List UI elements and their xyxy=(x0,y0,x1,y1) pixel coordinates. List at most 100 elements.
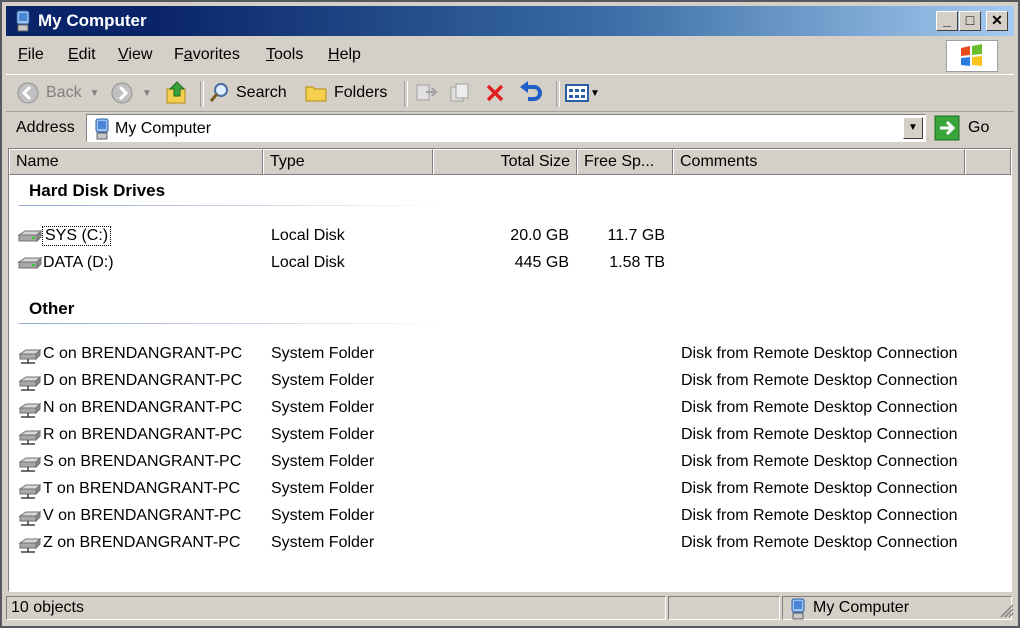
up-folder-button[interactable] xyxy=(164,81,190,105)
group-divider xyxy=(19,323,449,324)
views-button[interactable]: ▼ xyxy=(564,81,600,105)
remote-drive-row[interactable]: V on BRENDANGRANT-PC System Folder Disk fr… xyxy=(9,503,1009,529)
forward-arrow-icon xyxy=(111,82,133,104)
hard-drive-icon xyxy=(17,229,43,243)
column-header-type[interactable]: Type xyxy=(263,149,433,175)
menu-file[interactable]: File xyxy=(18,46,44,64)
remote-drive-comment: Disk from Remote Desktop Connection xyxy=(681,453,958,470)
column-header-filler xyxy=(965,149,1011,175)
network-drive-icon xyxy=(18,375,42,391)
file-list-view[interactable]: Name Type Total Size Free Sp... Comments… xyxy=(8,148,1012,592)
my-computer-icon xyxy=(791,598,805,620)
remote-drive-row[interactable]: C on BRENDANGRANT-PC System Folder Disk fr… xyxy=(9,341,1009,367)
remote-drive-row[interactable]: Z on BRENDANGRANT-PC System Folder Disk fr… xyxy=(9,530,1009,556)
move-to-icon xyxy=(416,84,438,101)
remote-drive-row[interactable]: T on BRENDANGRANT-PC System Folder Disk fr… xyxy=(9,476,1009,502)
folders-button[interactable]: Folders xyxy=(304,81,387,105)
views-icon xyxy=(565,84,589,102)
column-header-name[interactable]: Name xyxy=(9,149,263,175)
menu-edit[interactable]: Edit xyxy=(68,46,96,64)
status-object-count: 10 objects xyxy=(6,596,666,620)
views-dropdown-icon[interactable]: ▼ xyxy=(590,88,600,99)
drive-type: Local Disk xyxy=(271,227,345,244)
maximize-button[interactable]: □ xyxy=(959,11,981,31)
minimize-button[interactable]: _ xyxy=(936,11,958,31)
back-button[interactable]: Back ▼ xyxy=(16,81,99,105)
go-button[interactable]: Go xyxy=(934,114,989,142)
undo-button[interactable] xyxy=(518,81,544,105)
menu-help-label: elp xyxy=(339,46,361,63)
menu-favorites-accel: a xyxy=(183,46,193,63)
drive-type: Local Disk xyxy=(271,254,345,271)
column-header-comments[interactable]: Comments xyxy=(673,149,965,175)
chevron-down-icon: ▼ xyxy=(908,122,918,133)
copy-to-icon xyxy=(450,83,469,102)
network-drive-icon xyxy=(18,429,42,445)
status-location: My Computer xyxy=(782,596,1012,620)
address-input[interactable]: My Computer ▼ xyxy=(86,114,926,142)
remote-drive-name: N on BRENDANGRANT-PC xyxy=(43,399,243,416)
column-header-total-size[interactable]: Total Size xyxy=(433,149,577,175)
remote-drive-type: System Folder xyxy=(271,345,375,362)
delete-button[interactable] xyxy=(484,81,506,105)
resize-grip-icon[interactable] xyxy=(996,600,1014,618)
folders-label: Folders xyxy=(334,84,388,101)
network-drive-icon xyxy=(18,537,42,553)
remote-drive-row[interactable]: N on BRENDANGRANT-PC System Folder Disk fr… xyxy=(9,395,1009,421)
move-to-button[interactable] xyxy=(414,81,438,105)
remote-drive-type: System Folder xyxy=(271,534,375,551)
close-icon: ✕ xyxy=(991,12,1003,28)
menu-help[interactable]: Help xyxy=(328,46,361,64)
address-label: Address xyxy=(16,119,75,136)
remote-drive-type: System Folder xyxy=(271,480,375,497)
remote-drive-name: T on BRENDANGRANT-PC xyxy=(43,480,241,497)
remote-drive-type: System Folder xyxy=(271,426,375,443)
menu-help-accel: H xyxy=(328,46,340,63)
toolbar-separator xyxy=(200,81,204,107)
close-button[interactable]: ✕ xyxy=(986,11,1008,31)
remote-drive-row[interactable]: D on BRENDANGRANT-PC System Folder Disk fr… xyxy=(9,368,1009,394)
remote-drive-row[interactable]: R on BRENDANGRANT-PC System Folder Disk fr… xyxy=(9,422,1009,448)
column-header-free-space[interactable]: Free Sp... xyxy=(577,149,673,175)
copy-to-button[interactable] xyxy=(448,81,472,105)
network-drive-icon xyxy=(18,456,42,472)
menu-view-accel: V xyxy=(118,46,129,63)
menu-tools[interactable]: Tools xyxy=(266,46,303,64)
remote-drive-comment: Disk from Remote Desktop Connection xyxy=(681,480,958,497)
drive-row[interactable]: SYS (C:) Local Disk 20.0 GB 11.7 GB xyxy=(9,223,1009,249)
remote-drive-name: R on BRENDANGRANT-PC xyxy=(43,426,243,443)
menu-view[interactable]: View xyxy=(118,46,152,64)
drive-total-size: 445 GB xyxy=(514,254,569,271)
drive-row[interactable]: DATA (D:) Local Disk 445 GB 1.58 TB xyxy=(9,250,1009,276)
forward-button[interactable]: ▼ xyxy=(110,81,152,105)
menu-file-label: ile xyxy=(27,46,44,63)
menu-edit-accel: E xyxy=(68,46,79,63)
go-arrow-icon xyxy=(934,115,960,141)
menu-tools-accel: T xyxy=(266,46,274,63)
search-button[interactable]: Search xyxy=(208,81,287,105)
title-bar[interactable]: My Computer _ □ ✕ xyxy=(6,6,1014,36)
drive-name: SYS (C:) xyxy=(41,226,112,246)
back-dropdown-icon[interactable]: ▼ xyxy=(90,88,100,99)
network-drive-icon xyxy=(18,402,42,418)
undo-icon xyxy=(520,81,542,101)
drive-free-space: 11.7 GB xyxy=(607,227,665,244)
address-value: My Computer xyxy=(115,120,212,137)
remote-drive-row[interactable]: S on BRENDANGRANT-PC System Folder Disk fr… xyxy=(9,449,1009,475)
remote-drive-type: System Folder xyxy=(271,507,375,524)
group-header-hard-disk-drives: Hard Disk Drives xyxy=(29,181,166,200)
folders-icon xyxy=(305,86,327,102)
remote-drive-name: S on BRENDANGRANT-PC xyxy=(43,453,242,470)
maximize-icon: □ xyxy=(965,12,975,28)
minimize-icon: _ xyxy=(943,12,951,28)
status-panel-empty xyxy=(668,596,780,620)
my-computer-icon xyxy=(95,118,109,140)
menu-favorites[interactable]: Favorites xyxy=(174,46,240,64)
column-headers: Name Type Total Size Free Sp... Comments xyxy=(9,149,1011,175)
remote-drive-type: System Folder xyxy=(271,372,375,389)
back-label: Back xyxy=(46,84,82,101)
address-dropdown-button[interactable]: ▼ xyxy=(903,117,923,139)
forward-dropdown-icon[interactable]: ▼ xyxy=(142,88,152,99)
drive-name: DATA (D:) xyxy=(43,254,114,271)
remote-drive-name: Z on BRENDANGRANT-PC xyxy=(43,534,241,551)
